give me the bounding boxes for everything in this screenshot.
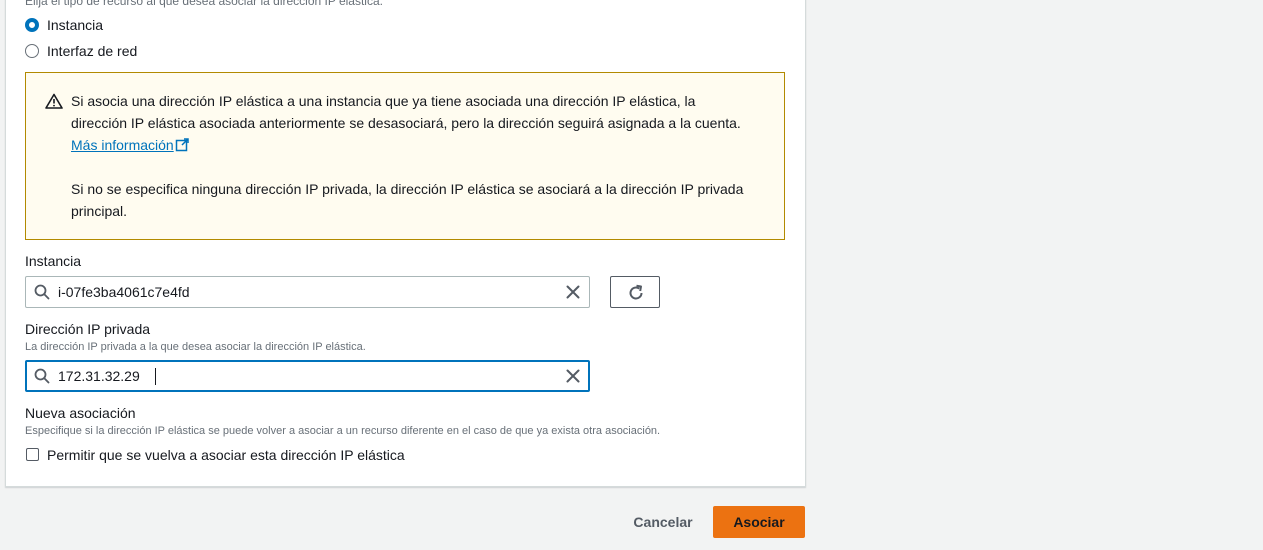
- refresh-button[interactable]: [610, 276, 660, 308]
- warning-alert: Si asocia una dirección IP elástica a un…: [25, 72, 785, 240]
- private-ip-search-input[interactable]: 172.31.32.29: [25, 360, 590, 392]
- radio-instancia-label[interactable]: Instancia: [47, 17, 103, 33]
- instance-label: Instancia: [25, 253, 82, 269]
- radio-interfaz-de-red-label[interactable]: Interfaz de red: [47, 43, 137, 59]
- instance-search-input[interactable]: i-07fe3ba4061c7e4fd: [25, 276, 590, 308]
- private-ip-label: Dirección IP privada: [25, 321, 151, 337]
- warning-icon: [45, 93, 63, 114]
- associate-button[interactable]: Asociar: [713, 506, 805, 538]
- alert-link-row: Más información: [71, 134, 189, 158]
- more-info-link[interactable]: Más información: [71, 137, 174, 153]
- search-icon: [34, 368, 50, 389]
- text-cursor: [155, 368, 156, 385]
- radio-interfaz-de-red[interactable]: [25, 44, 39, 58]
- alert-text-line2: dirección IP elástica asociada anteriorm…: [71, 115, 741, 131]
- radio-instancia[interactable]: [25, 18, 39, 32]
- alert-text-line3: Si no se especifica ninguna dirección IP…: [71, 181, 744, 197]
- external-link-icon: [175, 136, 189, 158]
- reassociation-label: Nueva asociación: [25, 405, 136, 421]
- refresh-icon: [627, 284, 645, 307]
- private-ip-description: La dirección IP privada a la que desea a…: [25, 341, 366, 353]
- alert-text-line4: principal.: [71, 203, 128, 219]
- reassociation-description: Especifique si la dirección IP elástica …: [25, 425, 661, 437]
- private-ip-value: 172.31.32.29: [58, 368, 140, 384]
- cancel-button[interactable]: Cancelar: [620, 506, 706, 538]
- resource-type-description: Elija el tipo de recurso al que desea as…: [25, 0, 383, 8]
- alert-text-line1: Si asocia una dirección IP elástica a un…: [71, 93, 696, 109]
- instance-value: i-07fe3ba4061c7e4fd: [58, 284, 190, 300]
- clear-icon[interactable]: [565, 284, 581, 305]
- search-icon: [34, 284, 50, 305]
- clear-icon[interactable]: [565, 368, 581, 389]
- allow-reassociation-checkbox[interactable]: [26, 448, 39, 461]
- allow-reassociation-label[interactable]: Permitir que se vuelva a asociar esta di…: [47, 447, 405, 463]
